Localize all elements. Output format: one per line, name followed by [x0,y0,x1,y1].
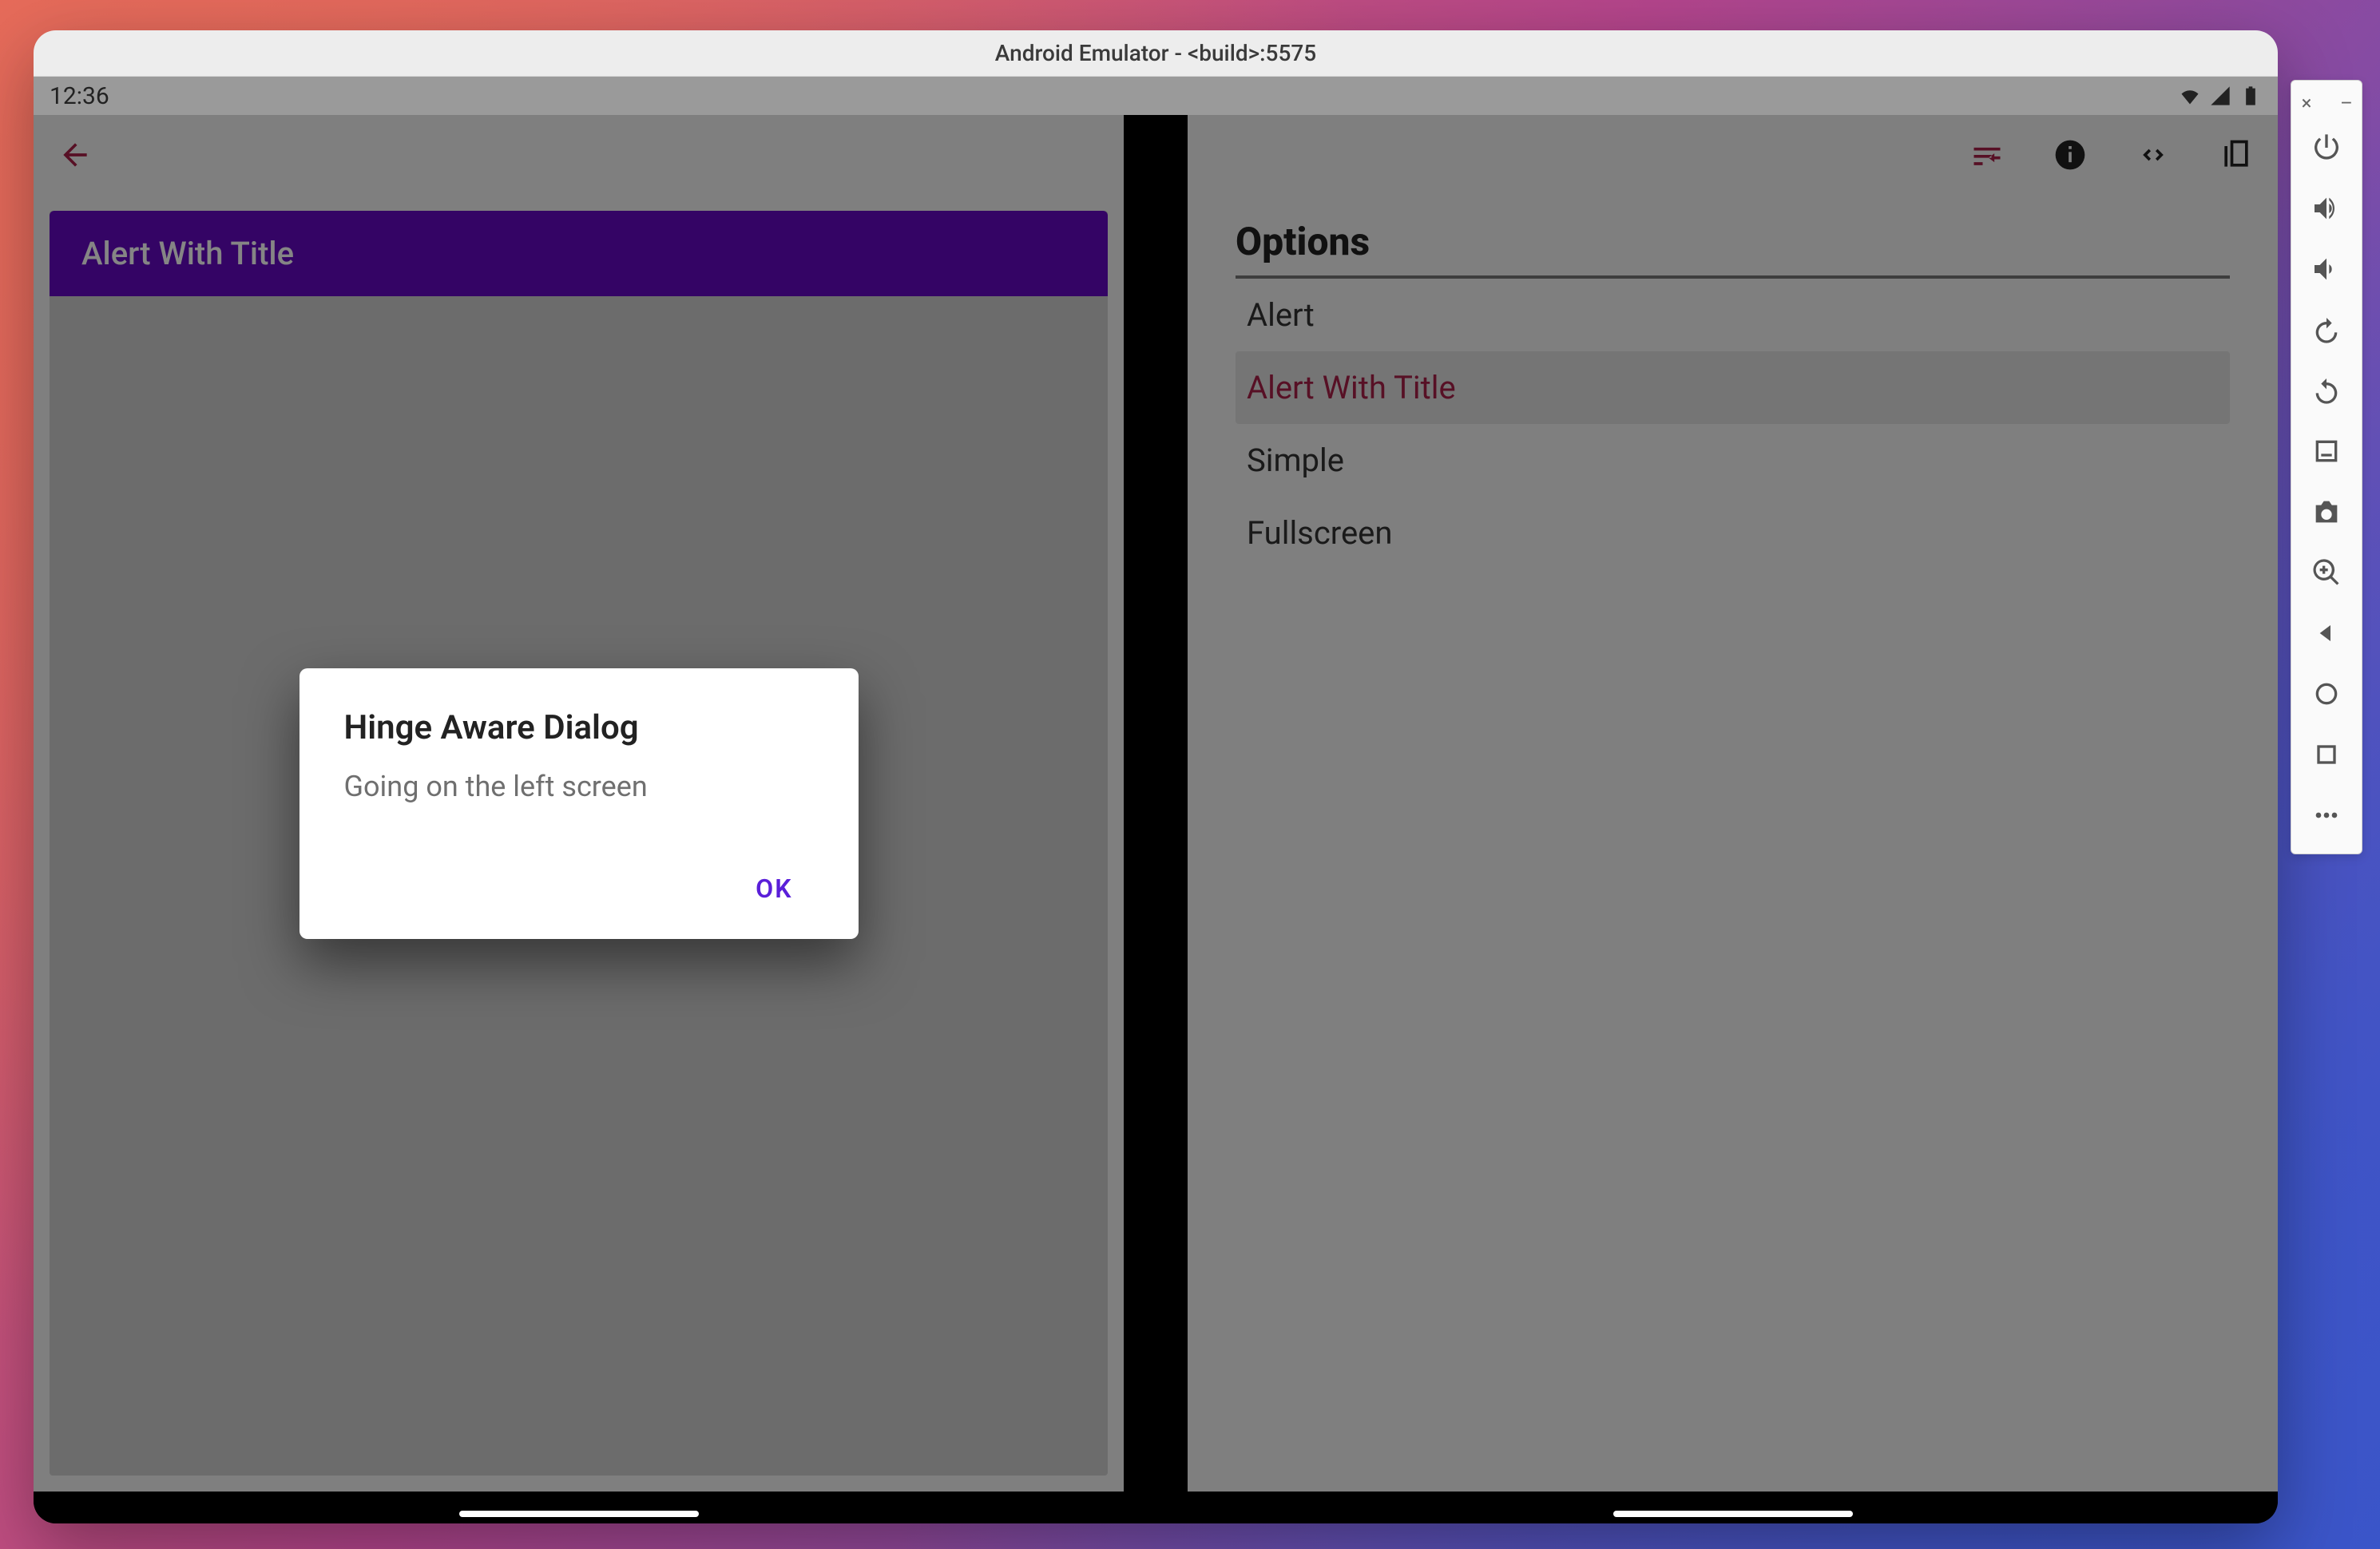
right-scrim[interactable] [1188,115,2278,1492]
dialog-actions: OK [344,859,814,918]
emulator-title: Android Emulator - <build>:5575 [995,40,1316,66]
signal-icon [2209,85,2231,107]
overview-icon[interactable] [2298,726,2355,783]
emulator-body: 12:36 Alert With Title [34,77,2278,1523]
power-icon[interactable] [2298,119,2355,176]
emulator-side-toolbar: × – [2291,80,2362,854]
emulator-window: Android Emulator - <build>:5575 12:36 [34,30,2278,1523]
status-icons [2179,85,2262,107]
zoom-icon[interactable] [2298,544,2355,601]
toolbar-close-button[interactable]: × [2299,95,2315,111]
battery-icon [2239,85,2262,107]
dialog-title: Hinge Aware Dialog [344,708,814,747]
nav-pill-right[interactable] [1613,1511,1853,1517]
rotate-right-icon[interactable] [2298,362,2355,419]
back-icon[interactable] [2298,604,2355,662]
emulator-titlebar[interactable]: Android Emulator - <build>:5575 [34,30,2278,77]
dialog-body: Going on the left screen [344,770,814,803]
dialog-scrim[interactable]: Hinge Aware Dialog Going on the left scr… [34,115,1124,1492]
right-pane: Options AlertAlert With TitleSimpleFulls… [1188,115,2278,1492]
camera-icon[interactable] [2298,483,2355,541]
volume-down-icon[interactable] [2298,240,2355,298]
hinge-panes: Alert With Title Hinge Aware Dialog Goin… [34,115,2278,1492]
android-status-bar: 12:36 [34,77,2278,115]
android-device: 12:36 Alert With Title [34,77,2278,1523]
hinge [1124,115,1188,1492]
android-nav-bar [34,1492,2278,1523]
alert-dialog: Hinge Aware Dialog Going on the left scr… [299,668,859,939]
rotate-left-icon[interactable] [2298,301,2355,359]
dialog-ok-button[interactable]: OK [735,859,813,918]
left-pane: Alert With Title Hinge Aware Dialog Goin… [34,115,1124,1492]
toolbar-minimize-button[interactable]: – [2338,95,2354,111]
side-window-controls: × – [2291,90,2362,116]
nav-pill-left[interactable] [459,1511,699,1517]
wifi-icon [2179,85,2201,107]
more-icon[interactable] [2298,786,2355,844]
home-icon[interactable] [2298,665,2355,723]
status-time: 12:36 [50,82,109,110]
volume-up-icon[interactable] [2298,180,2355,237]
screenshot-page-icon[interactable] [2298,422,2355,480]
